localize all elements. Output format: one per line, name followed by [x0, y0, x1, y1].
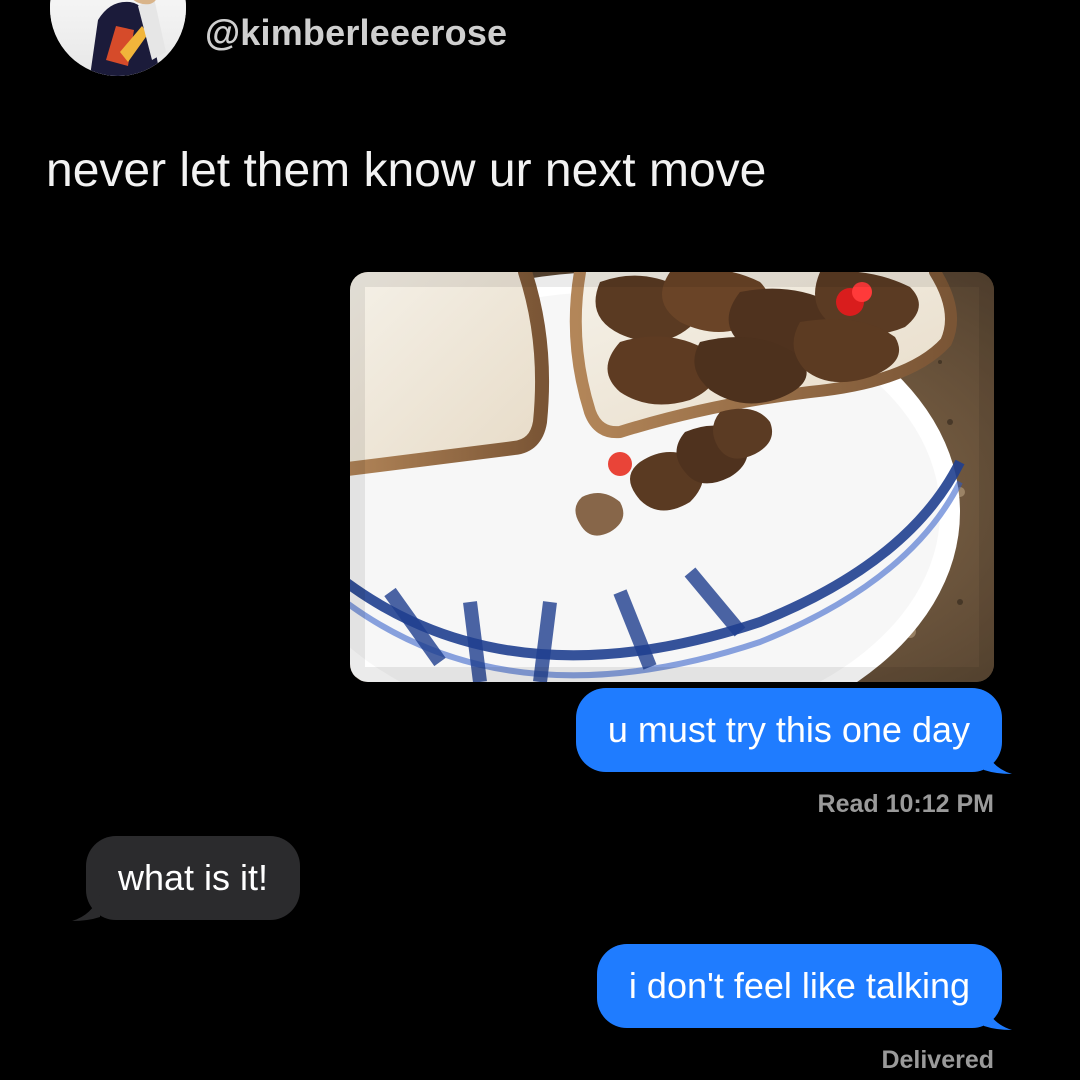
post-caption: never let them know ur next move — [46, 144, 767, 197]
avatar-image — [50, 0, 186, 76]
message-bubble-sent[interactable]: u must try this one day — [575, 688, 1002, 772]
read-receipt: Read 10:12 PM — [817, 790, 994, 818]
message-photo[interactable] — [350, 272, 994, 682]
avatar[interactable] — [50, 0, 186, 76]
username[interactable]: @kimberleeerose — [205, 12, 507, 54]
message-bubble-sent[interactable]: i don't feel like talking — [596, 944, 1002, 1028]
bubble-tail-icon — [984, 748, 1012, 774]
message-text: what is it! — [118, 857, 269, 898]
bubble-tail-icon — [984, 1004, 1012, 1030]
sandwich-photo — [350, 272, 994, 682]
message-text: i don't feel like talking — [628, 965, 970, 1006]
bubble-tail-icon — [72, 895, 100, 921]
message-bubble-received[interactable]: what is it! — [86, 836, 301, 920]
message-text: u must try this one day — [607, 709, 970, 750]
delivered-receipt: Delivered — [881, 1046, 994, 1074]
